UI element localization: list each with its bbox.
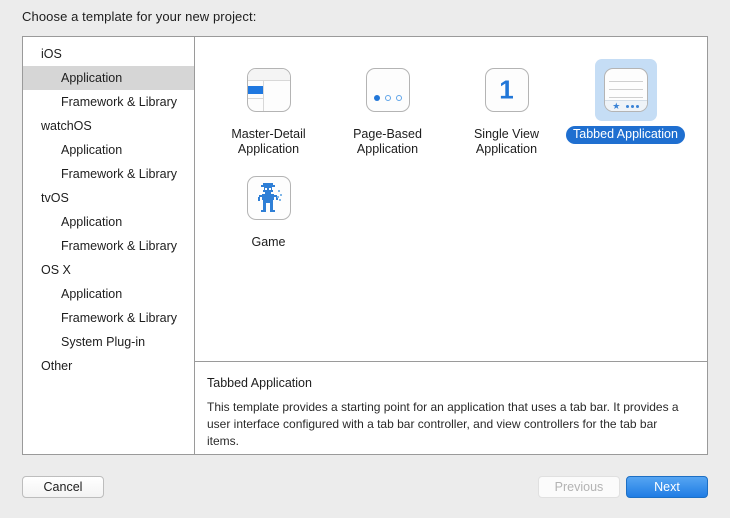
template-tile-label: Single View Application [447,126,566,159]
sidebar-item-tvos[interactable]: tvOS [23,186,194,210]
template-grid: Master-Detail Application Page-Based App… [195,37,707,362]
template-tile-game[interactable]: Game [209,159,328,252]
template-tile-label: Master-Detail Application [209,126,328,159]
template-description: Tabbed Application This template provide… [195,362,707,454]
template-chooser-panel: iOS Application Framework & Library watc… [22,36,708,455]
template-tile-label: Game [244,234,292,252]
template-tile-tabbed[interactable]: ★ Tabbed Application [566,51,685,159]
template-content: Master-Detail Application Page-Based App… [195,37,707,454]
sidebar-item-watchos-framework-library[interactable]: Framework & Library [23,162,194,186]
sidebar-item-osx-application[interactable]: Application [23,282,194,306]
next-button[interactable]: Next [626,476,708,498]
game-sprite-svg [254,182,284,214]
star-icon: ★ [612,102,620,111]
cancel-button[interactable]: Cancel [22,476,104,498]
template-icon-wrap [357,59,419,121]
page-based-icon [366,68,410,112]
template-icon-wrap: ★ [595,59,657,121]
template-icon-wrap [238,167,300,229]
template-tile-single-view[interactable]: 1 Single View Application [447,51,566,159]
description-body: This template provides a starting point … [207,399,689,450]
category-sidebar[interactable]: iOS Application Framework & Library watc… [23,37,195,454]
template-tile-label: Page-Based Application [328,126,447,159]
tabbed-icon: ★ [604,68,648,112]
single-view-numeral: 1 [486,75,528,106]
sidebar-item-tvos-application[interactable]: Application [23,210,194,234]
sidebar-item-tvos-framework-library[interactable]: Framework & Library [23,234,194,258]
template-icon-wrap: 1 [476,59,538,121]
sidebar-item-osx[interactable]: OS X [23,258,194,282]
sidebar-item-ios-application[interactable]: Application [23,66,194,90]
single-view-icon: 1 [485,68,529,112]
sidebar-item-ios[interactable]: iOS [23,42,194,66]
template-grid-row-1: Master-Detail Application Page-Based App… [195,51,707,159]
description-title: Tabbed Application [207,376,689,390]
template-tile-page-based[interactable]: Page-Based Application [328,51,447,159]
sidebar-item-watchos[interactable]: watchOS [23,114,194,138]
master-detail-icon [247,68,291,112]
more-dots-icon [626,105,639,108]
template-icon-wrap [238,59,300,121]
previous-button[interactable]: Previous [538,476,620,498]
template-grid-row-2: Game [195,159,707,252]
sidebar-item-watchos-application[interactable]: Application [23,138,194,162]
template-tile-label: Tabbed Application [566,126,685,144]
page-title: Choose a template for your new project: [22,9,256,24]
dialog-footer: Cancel Previous Next [0,470,730,504]
sidebar-item-osx-system-plugin[interactable]: System Plug-in [23,330,194,354]
template-tile-master-detail[interactable]: Master-Detail Application [209,51,328,159]
game-sprite-icon [247,176,291,220]
sidebar-item-other[interactable]: Other [23,354,194,378]
sidebar-item-osx-framework-library[interactable]: Framework & Library [23,306,194,330]
sidebar-item-ios-framework-library[interactable]: Framework & Library [23,90,194,114]
